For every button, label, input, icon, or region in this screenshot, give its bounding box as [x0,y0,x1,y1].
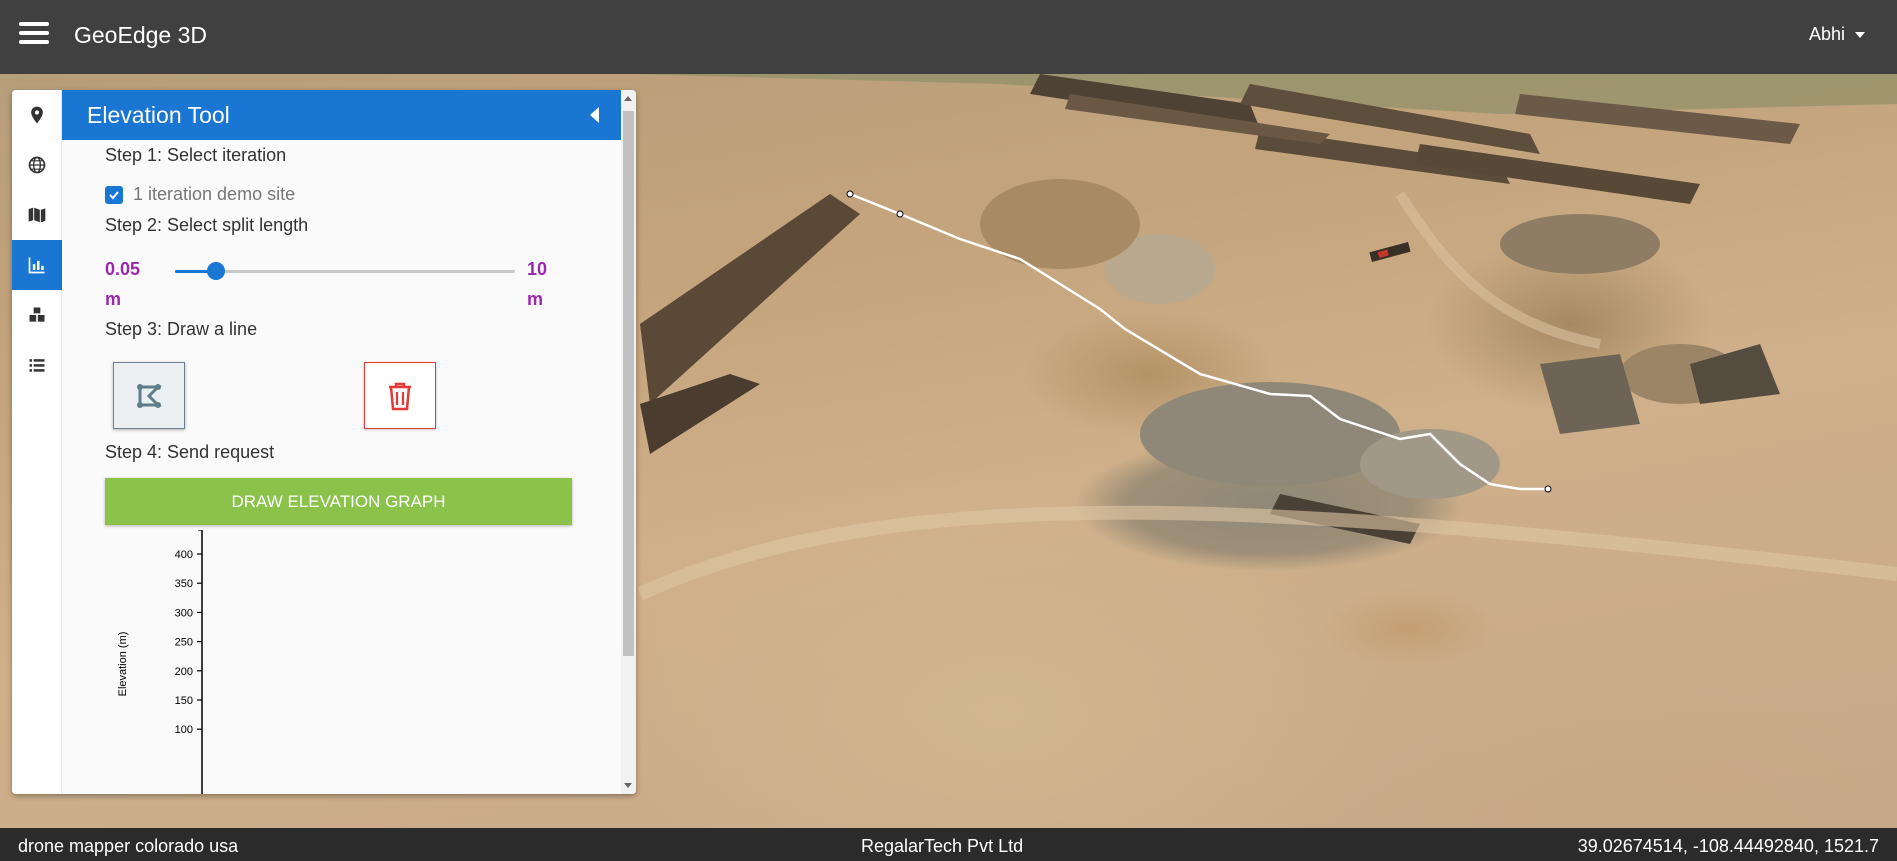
iteration-checkbox[interactable] [105,185,123,204]
tool-panel: Elevation Tool Step 1: Select iteration … [12,90,636,794]
app-title: GeoEdge 3D [74,22,207,48]
trash-icon [389,382,411,410]
collapse-panel-icon[interactable] [590,107,599,123]
split-length-slider[interactable] [175,262,515,280]
user-menu[interactable]: Abhi [1809,24,1865,45]
slider-max-unit: m [527,289,544,309]
site-name: drone mapper colorado usa [18,836,239,856]
top-app-bar: GeoEdge 3D Abhi [0,0,1897,74]
slider-min-unit: m [105,289,122,309]
caret-down-icon [1855,32,1865,39]
sidebar-item-list[interactable] [12,340,62,390]
company-name: RegalarTech Pvt Ltd [861,836,1024,856]
tool-header: Elevation Tool [62,90,621,140]
delete-line-button[interactable] [364,362,436,429]
iteration-label: 1 iteration demo site [133,184,296,204]
user-name: Abhi [1808,24,1845,44]
map-icon [28,207,46,223]
scroll-thumb[interactable] [623,111,634,656]
iteration-option[interactable]: 1 iteration demo site [105,184,295,205]
step3-label: Step 3: Draw a line [105,319,258,339]
y-tick-label: 100 [175,724,193,736]
draw-line-button[interactable] [113,362,185,429]
y-tick-label: 250 [175,637,193,649]
panel-scrollbar[interactable] [621,90,636,794]
step2-label: Step 2: Select split length [105,215,309,235]
sidebar-item-elevation[interactable] [12,240,62,290]
slider-thumb[interactable] [206,262,225,280]
y-tick-label: 350 [175,578,193,590]
cursor-coordinates: 39.02674514, -108.44492840, 1521.7 [1577,836,1879,856]
slider-max-value: 10 [527,259,548,279]
y-axis-label: Elevation (m) [117,632,129,697]
draw-elevation-graph-button[interactable]: DRAW ELEVATION GRAPH [105,478,572,525]
y-tick-label: 200 [175,666,193,678]
elevation-tool-content: Elevation Tool Step 1: Select iteration … [62,90,621,794]
step1-label: Step 1: Select iteration [105,145,287,165]
slider-min-value: 0.05 [105,259,141,279]
scroll-down-arrow-icon[interactable] [624,783,632,788]
elevation-chart: Elevation (m) 400 350 300 250 200 150 100 [117,530,203,794]
tool-rail [12,90,62,794]
bar-chart-icon [28,257,45,274]
hamburger-menu-icon[interactable] [19,22,49,48]
list-icon [29,359,45,372]
y-tick-label: 300 [175,607,193,619]
step4-label: Step 4: Send request [105,442,275,462]
sidebar-item-globe[interactable] [12,140,62,190]
cubes-icon [29,307,45,322]
sidebar-item-map[interactable] [12,190,62,240]
map-marker-icon [31,106,43,124]
checkmark-icon [109,190,119,199]
draw-polyline-icon [137,383,162,408]
scroll-up-arrow-icon[interactable] [624,96,632,101]
globe-icon [28,156,46,174]
status-footer: drone mapper colorado usa RegalarTech Pv… [0,828,1897,861]
y-tick-label: 150 [175,695,193,707]
sidebar-item-location[interactable] [12,90,62,140]
tool-title: Elevation Tool [87,102,230,128]
sidebar-item-models[interactable] [12,290,62,340]
y-tick-label: 400 [175,549,193,561]
